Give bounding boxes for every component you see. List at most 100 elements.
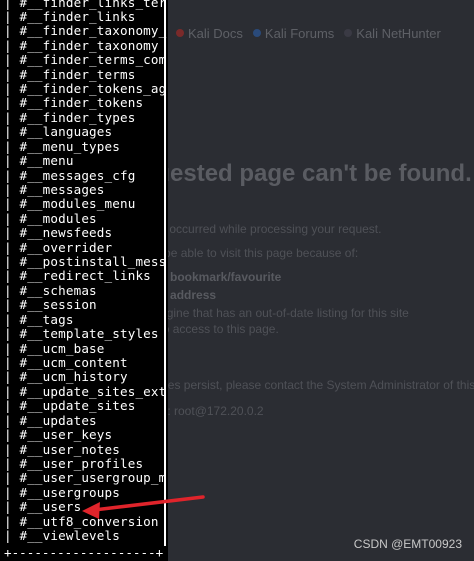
- table-row: | #__template_styles: [4, 326, 159, 342]
- table-row: | #__update_sites: [4, 399, 135, 413]
- table-left-border: |: [4, 412, 20, 428]
- table-left-border: |: [4, 499, 20, 515]
- table-name: #__modules: [19, 210, 97, 226]
- table-name: #__updates: [19, 412, 97, 428]
- table-left-border: |: [4, 37, 20, 53]
- table-row: | #__modules_menu: [4, 197, 135, 211]
- table-row: | #__tags: [4, 311, 74, 327]
- table-left-border: |: [4, 369, 20, 385]
- table-row: | #__update_sites_ext: [4, 383, 167, 399]
- table-name: #__finder_taxonomy_: [19, 23, 167, 39]
- table-row: | #__user_profiles: [4, 455, 143, 471]
- table-row: | #__overrider: [4, 239, 113, 255]
- table-name: #__redirect_links: [19, 268, 151, 284]
- table-name: #__finder_terms_com: [19, 52, 167, 68]
- table-left-border: |: [4, 239, 20, 255]
- table-name: #__schemas: [19, 282, 97, 298]
- table-left-border: |: [4, 138, 20, 154]
- table-name: #__modules_menu: [19, 196, 136, 212]
- table-left-border: |: [4, 513, 20, 529]
- table-row: | #__utf8_conversion: [4, 513, 159, 529]
- table-left-border: |: [4, 109, 20, 125]
- bookmark-item[interactable]: Kali Docs: [176, 26, 243, 41]
- bookmark-label: Kali Forums: [264, 25, 335, 41]
- table-row: | #__messages_cfg: [4, 167, 136, 183]
- table-row: | #__finder_links: [4, 8, 135, 24]
- table-name: #__utf8_conversion: [19, 513, 159, 529]
- bookmark-item[interactable]: Kali NetHunter: [344, 26, 441, 41]
- table-row: | #__user_notes: [4, 441, 120, 457]
- table-row: | #__finder_taxonomy_: [4, 24, 166, 38]
- table-row-users: | #__users: [4, 499, 82, 515]
- table-left-border: |: [4, 8, 20, 24]
- table-left-border: |: [4, 95, 20, 111]
- table-name: #__usergroups: [19, 484, 120, 500]
- bookmark-icon: [176, 29, 184, 37]
- table-name: #__users: [19, 499, 82, 515]
- error-title: requested page can't be found.: [118, 160, 472, 187]
- table-row: | #__session: [4, 298, 97, 312]
- table-name: #__languages: [19, 124, 113, 140]
- table-left-border: |: [4, 81, 20, 97]
- table-left-border: |: [4, 167, 20, 183]
- table-row: | #__postinstall_mess: [4, 254, 166, 270]
- bookmark-label: Kali Docs: [188, 25, 243, 41]
- table-left-border: |: [4, 153, 20, 169]
- table-row: | #__user_usergroup_m: [4, 471, 166, 485]
- table-name: #__finder_taxonomy: [19, 37, 159, 53]
- table-right-border: [164, 0, 166, 546]
- table-left-border: |: [4, 326, 20, 342]
- table-left-border: |: [4, 441, 20, 457]
- bookmarks-bar: Kali Docs Kali Forums Kali NetHunter: [168, 22, 474, 44]
- table-row: | #__viewlevels: [4, 528, 120, 544]
- table-left-border: |: [4, 225, 20, 241]
- table-name: #__update_sites_ext: [19, 383, 167, 399]
- table-left-border: |: [4, 52, 20, 68]
- bookmark-item[interactable]: Kali Forums: [252, 25, 335, 41]
- table-name: #__ucm_content: [19, 355, 128, 370]
- watermark: CSDN @EMT00923: [353, 537, 462, 551]
- table-left-border: |: [4, 282, 20, 298]
- table-name: #__finder_tokens: [19, 95, 144, 111]
- table-name: #__messages_cfg: [19, 167, 136, 183]
- table-left-border: |: [4, 470, 20, 486]
- table-row: | #__usergroups: [4, 484, 120, 500]
- table-row: | #__languages: [4, 125, 112, 139]
- table-left-border: |: [4, 124, 20, 140]
- table-row: | #__menu: [4, 153, 74, 169]
- table-left-border: |: [4, 427, 20, 443]
- table-row: | #__ucm_content: [4, 355, 128, 370]
- table-row: | #__finder_tokens: [4, 96, 143, 110]
- table-left-border: |: [4, 528, 20, 544]
- table-left-border: |: [4, 311, 20, 327]
- table-row: | #__ucm_base: [4, 340, 105, 356]
- table-left-border: |: [4, 355, 20, 370]
- table-left-border: |: [4, 181, 20, 197]
- table-row: | #__finder_terms_com: [4, 52, 167, 68]
- table-bottom-border: +-------------------+: [4, 545, 164, 560]
- table-row: | #__redirect_links: [4, 269, 151, 283]
- table-left-border: |: [4, 383, 20, 399]
- table-name: #__finder_terms: [19, 66, 136, 82]
- table-name: #__user_usergroup_m: [19, 470, 167, 486]
- table-name: #__overrider: [19, 239, 113, 255]
- table-name: #__ucm_base: [19, 340, 105, 356]
- table-name: #__update_sites: [19, 398, 136, 414]
- table-row: | #__finder_tokens_ag: [4, 81, 167, 97]
- table-row: | #__newsfeeds: [4, 226, 112, 240]
- table-row: | #__finder_terms: [4, 66, 136, 82]
- table-name: #__viewlevels: [19, 528, 120, 544]
- table-row: | #__user_keys: [4, 427, 112, 443]
- table-left-border: |: [4, 254, 20, 270]
- table-name: #__finder_tokens_ag: [19, 81, 167, 97]
- error-line: If difficulties persist, please contact …: [118, 378, 474, 392]
- table-left-border: |: [4, 196, 20, 212]
- table-name: #__template_styles: [19, 326, 159, 342]
- table-name: #__user_notes: [19, 441, 120, 457]
- table-left-border: |: [4, 455, 20, 471]
- table-name: #__menu: [19, 153, 74, 169]
- terminal-window[interactable]: | #__finder_links_ter | #__finder_links | …: [0, 0, 168, 561]
- table-left-border: |: [4, 210, 20, 226]
- table-name: #__finder_types: [19, 109, 136, 125]
- table-row: | #__ucm_history: [4, 370, 128, 384]
